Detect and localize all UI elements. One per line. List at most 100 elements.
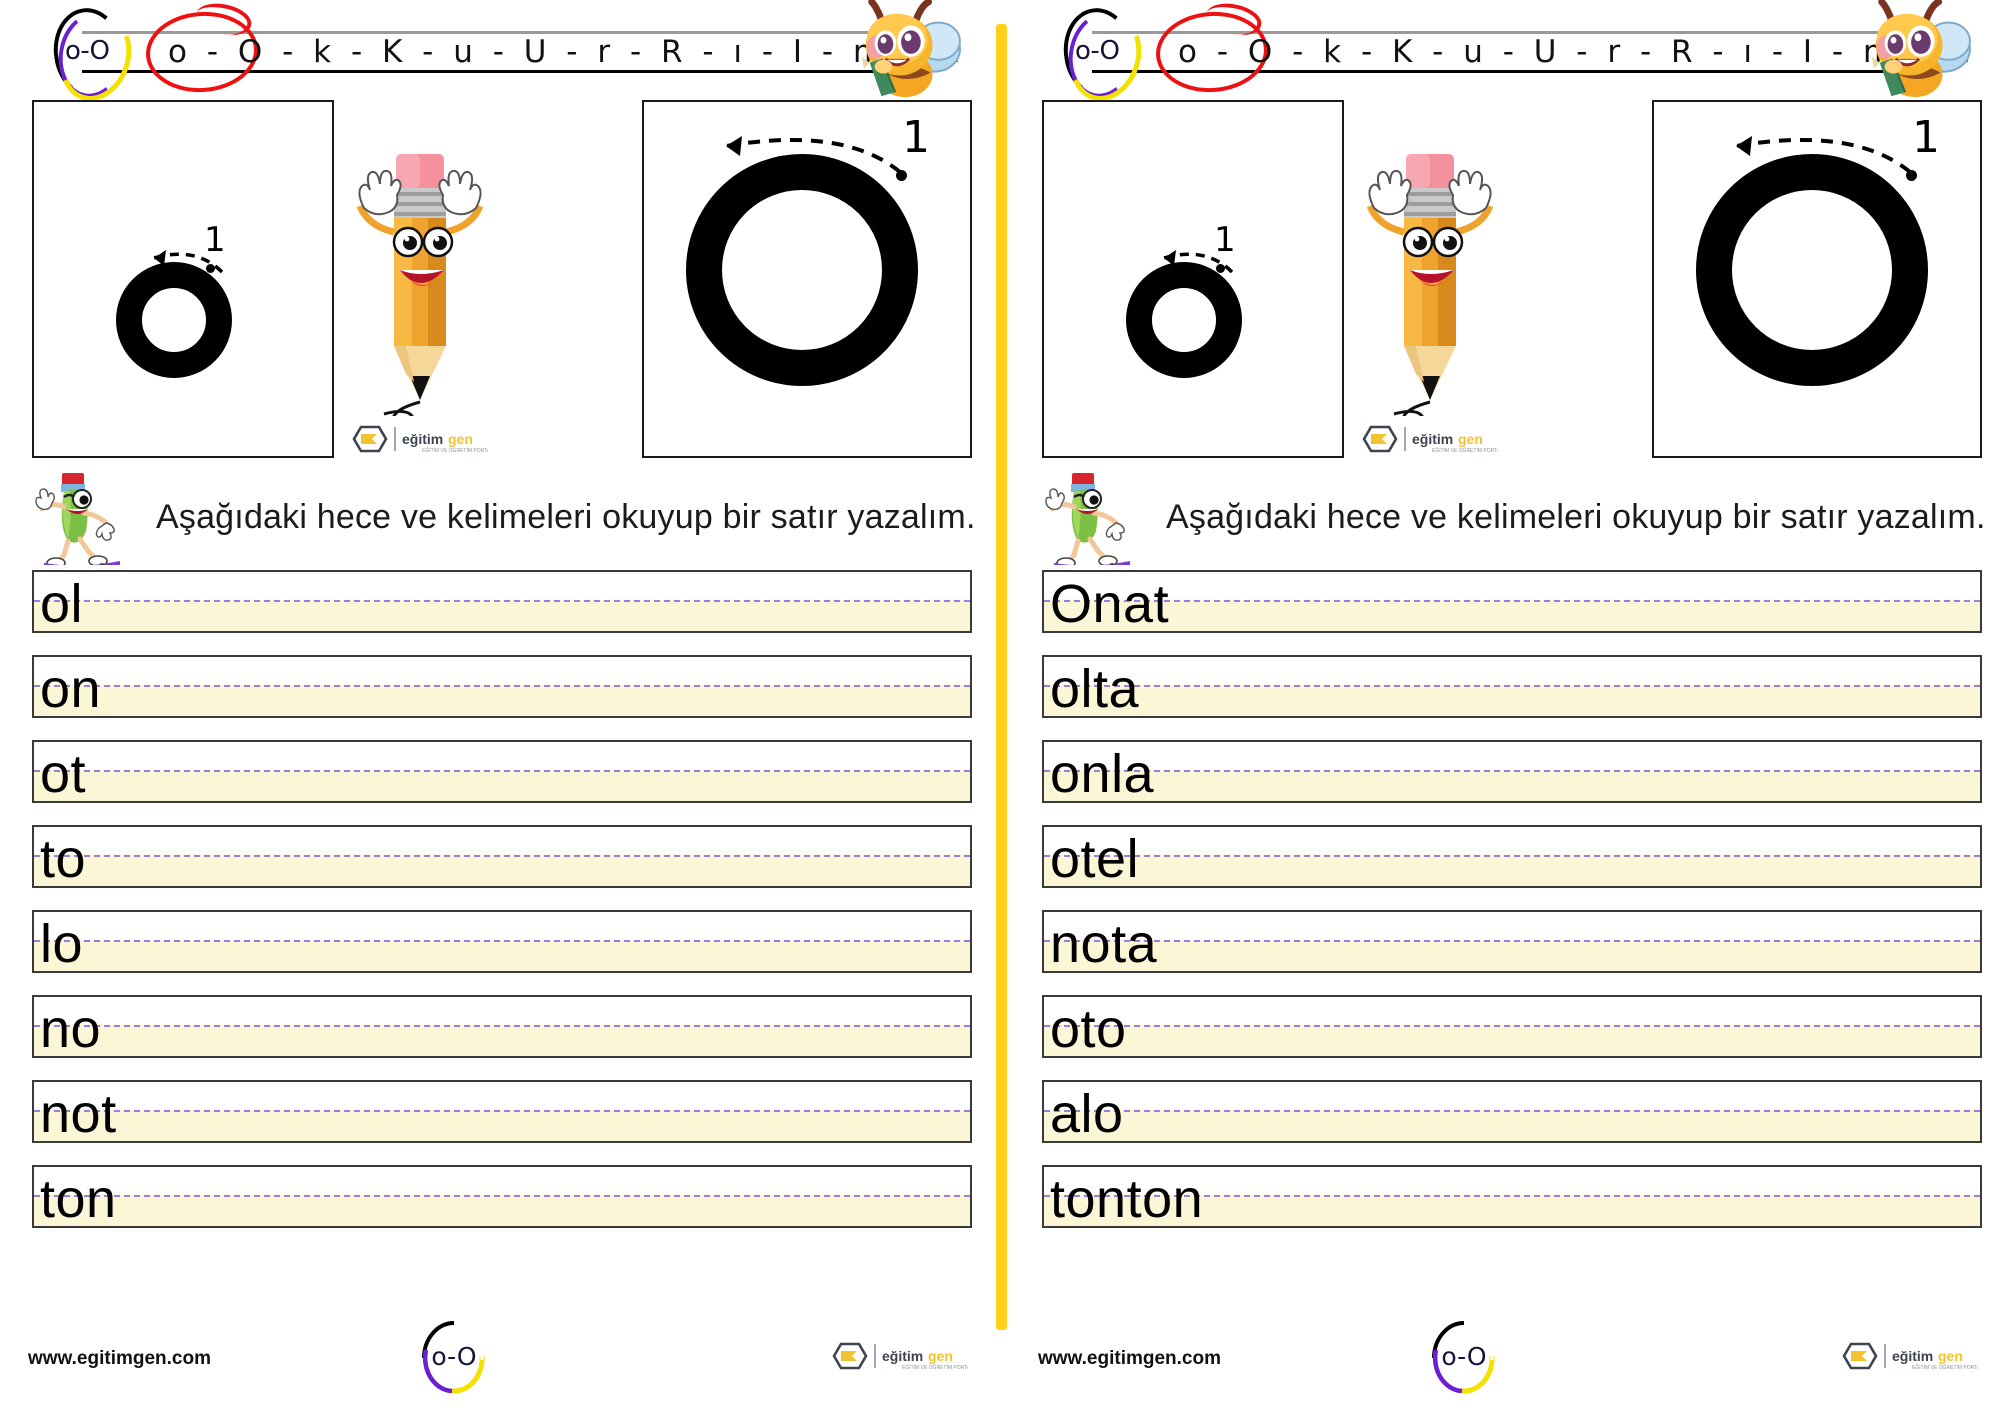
tracing-row: 1 eğitim gen EĞİTİM VE ÖĞRETİM PORTALI 1 (18, 100, 972, 462)
writing-line-midline (34, 1024, 970, 1027)
writing-line-midline (1044, 939, 1980, 942)
svg-text:o-O: o-O (431, 1342, 476, 1371)
writing-line-row[interactable]: ot (32, 740, 972, 804)
footer-oo-badge: o-O (1418, 1320, 1510, 1394)
instruction-row: Aşağıdaki hece ve kelimeleri okuyup bir … (18, 468, 975, 571)
worksheet-panel-right: o-O o - O - k - K - u - U - r - R - ı - … (1010, 0, 2000, 1414)
writing-line-word: ol (40, 574, 84, 634)
writing-line-word: alo (1050, 1084, 1124, 1144)
instruction-row: Aşağıdaki hece ve kelimeleri okuyup bir … (1028, 468, 1985, 571)
writing-line-row[interactable]: otel (1042, 825, 1982, 889)
writing-line-word: tonton (1050, 1169, 1204, 1229)
writing-line-word: onla (1050, 744, 1155, 804)
footer-brand-logo: eğitim gen EĞİTİM VE ÖĞRETİM PORTALI (830, 1338, 974, 1374)
svg-text:EĞİTİM VE ÖĞRETİM PORTALI: EĞİTİM VE ÖĞRETİM PORTALI (902, 1364, 968, 1371)
writing-line-word: no (40, 999, 102, 1059)
header-oo-badge: o-O (1058, 3, 1153, 111)
writing-line-midline (34, 939, 970, 942)
brand-logo-middle: eğitim gen EĞİTİM VE ÖĞRETİM PORTALI (1360, 422, 1504, 456)
writing-line-word: olta (1050, 659, 1140, 719)
writing-line-word: ton (40, 1169, 117, 1229)
writing-line-row[interactable]: nota (1042, 910, 1982, 974)
footer-right: www.egitimgen.com o-O eğitim gen EĞİTİM … (1010, 1318, 2000, 1396)
header-letter-sequence: o - O - k - K - u - U - r - R - ı - I - … (168, 34, 966, 70)
svg-text:gen: gen (448, 431, 473, 447)
tracing-box-lowercase[interactable]: 1 (32, 100, 334, 458)
tracing-box-lowercase[interactable]: 1 (1042, 100, 1344, 458)
footer-url[interactable]: www.egitimgen.com (28, 1348, 211, 1370)
uppercase-O-glyph (1696, 154, 1928, 386)
footer-brand-logo: eğitim gen EĞİTİM VE ÖĞRETİM PORTALI (1840, 1338, 1984, 1374)
writing-line-row[interactable]: to (32, 825, 972, 889)
writing-line-word: not (40, 1084, 117, 1144)
badge-label: o-O (65, 36, 110, 66)
header-oo-badge: o-O (48, 3, 143, 111)
writing-line-midline (34, 684, 970, 687)
caterpillar-pencil-skateboard-icon (28, 469, 140, 571)
writing-line-midline (1044, 599, 1980, 602)
writing-line-row[interactable]: tonton (1042, 1165, 1982, 1229)
writing-line-row[interactable]: oto (1042, 995, 1982, 1059)
svg-text:EĞİTİM VE ÖĞRETİM PORTALI: EĞİTİM VE ÖĞRETİM PORTALI (1432, 447, 1498, 454)
writing-line-midline (34, 1109, 970, 1112)
writing-line-row[interactable]: no (32, 995, 972, 1059)
instruction-text: Aşağıdaki hece ve kelimeleri okuyup bir … (1166, 497, 1986, 536)
stroke-arrow-uppercase-icon (725, 136, 902, 174)
writing-line-row[interactable]: ol (32, 570, 972, 634)
svg-text:eğitim: eğitim (1412, 431, 1453, 447)
writing-line-row[interactable]: olta (1042, 655, 1982, 719)
svg-text:eğitim: eğitim (882, 1348, 923, 1364)
writing-line-word: nota (1050, 914, 1158, 974)
bee-mascot-icon (1858, 0, 1976, 102)
writing-line-word: on (40, 659, 102, 719)
writing-line-row[interactable]: lo (32, 910, 972, 974)
writing-line-midline (1044, 1109, 1980, 1112)
svg-text:gen: gen (1458, 431, 1483, 447)
writing-line-row[interactable]: onla (1042, 740, 1982, 804)
worksheet-page: o-O o - O - k - K - u - U - r - R - ı - … (0, 0, 2000, 1414)
writing-line-row[interactable]: not (32, 1080, 972, 1144)
svg-text:eğitim: eğitim (402, 431, 443, 447)
footer-oo-badge: o-O (408, 1320, 500, 1394)
tracing-box-uppercase[interactable]: 1 (642, 100, 972, 458)
header-letter-strip: o-O o - O - k - K - u - U - r - R - ı - … (1028, 0, 1982, 111)
bee-mascot-icon (848, 0, 966, 102)
pencil-mascot-icon (1354, 144, 1504, 426)
writing-line-word: ot (40, 744, 87, 804)
worksheet-panel-left: o-O o - O - k - K - u - U - r - R - ı - … (0, 0, 990, 1414)
writing-line-word: lo (40, 914, 84, 974)
writing-lines-left: ol on ot to lo no not ton (32, 570, 972, 1229)
header-letter-strip: o-O o - O - k - K - u - U - r - R - ı - … (18, 0, 972, 111)
writing-line-midline (34, 599, 970, 602)
writing-line-midline (1044, 1024, 1980, 1027)
tracing-box-uppercase[interactable]: 1 (1652, 100, 1982, 458)
instruction-text: Aşağıdaki hece ve kelimeleri okuyup bir … (156, 497, 976, 536)
stroke-arrow-uppercase-icon (1735, 136, 1912, 174)
svg-text:EĞİTİM VE ÖĞRETİM PORTALI: EĞİTİM VE ÖĞRETİM PORTALI (422, 447, 488, 454)
writing-line-row[interactable]: alo (1042, 1080, 1982, 1144)
footer-left: www.egitimgen.com o-O eğitim gen EĞİTİM … (0, 1318, 990, 1396)
writing-lines-right: Onat olta onla otel nota oto alo tonton (1042, 570, 1982, 1229)
page-divider (990, 0, 1010, 1414)
writing-line-midline (1044, 854, 1980, 857)
stroke-arrow-lowercase-icon (153, 250, 224, 274)
writing-line-word: oto (1050, 999, 1127, 1059)
badge-label: o-O (1075, 36, 1120, 66)
header-letter-sequence: o - O - k - K - u - U - r - R - ı - I - … (1178, 34, 1976, 70)
writing-line-midline (34, 1194, 970, 1197)
writing-line-row[interactable]: ton (32, 1165, 972, 1229)
writing-line-row[interactable]: Onat (1042, 570, 1982, 634)
svg-text:gen: gen (928, 1348, 953, 1364)
brand-logo-middle: eğitim gen EĞİTİM VE ÖĞRETİM PORTALI (350, 422, 494, 456)
svg-text:gen: gen (1938, 1348, 1963, 1364)
writing-line-word: to (40, 829, 87, 889)
stroke-arrow-lowercase-icon (1163, 250, 1234, 274)
svg-text:eğitim: eğitim (1892, 1348, 1933, 1364)
divider-bar (996, 24, 1007, 1330)
footer-url[interactable]: www.egitimgen.com (1038, 1348, 1221, 1370)
svg-text:o-O: o-O (1441, 1342, 1486, 1371)
uppercase-O-glyph (686, 154, 918, 386)
writing-line-word: Onat (1050, 574, 1170, 634)
caterpillar-pencil-skateboard-icon (1038, 469, 1150, 571)
writing-line-row[interactable]: on (32, 655, 972, 719)
